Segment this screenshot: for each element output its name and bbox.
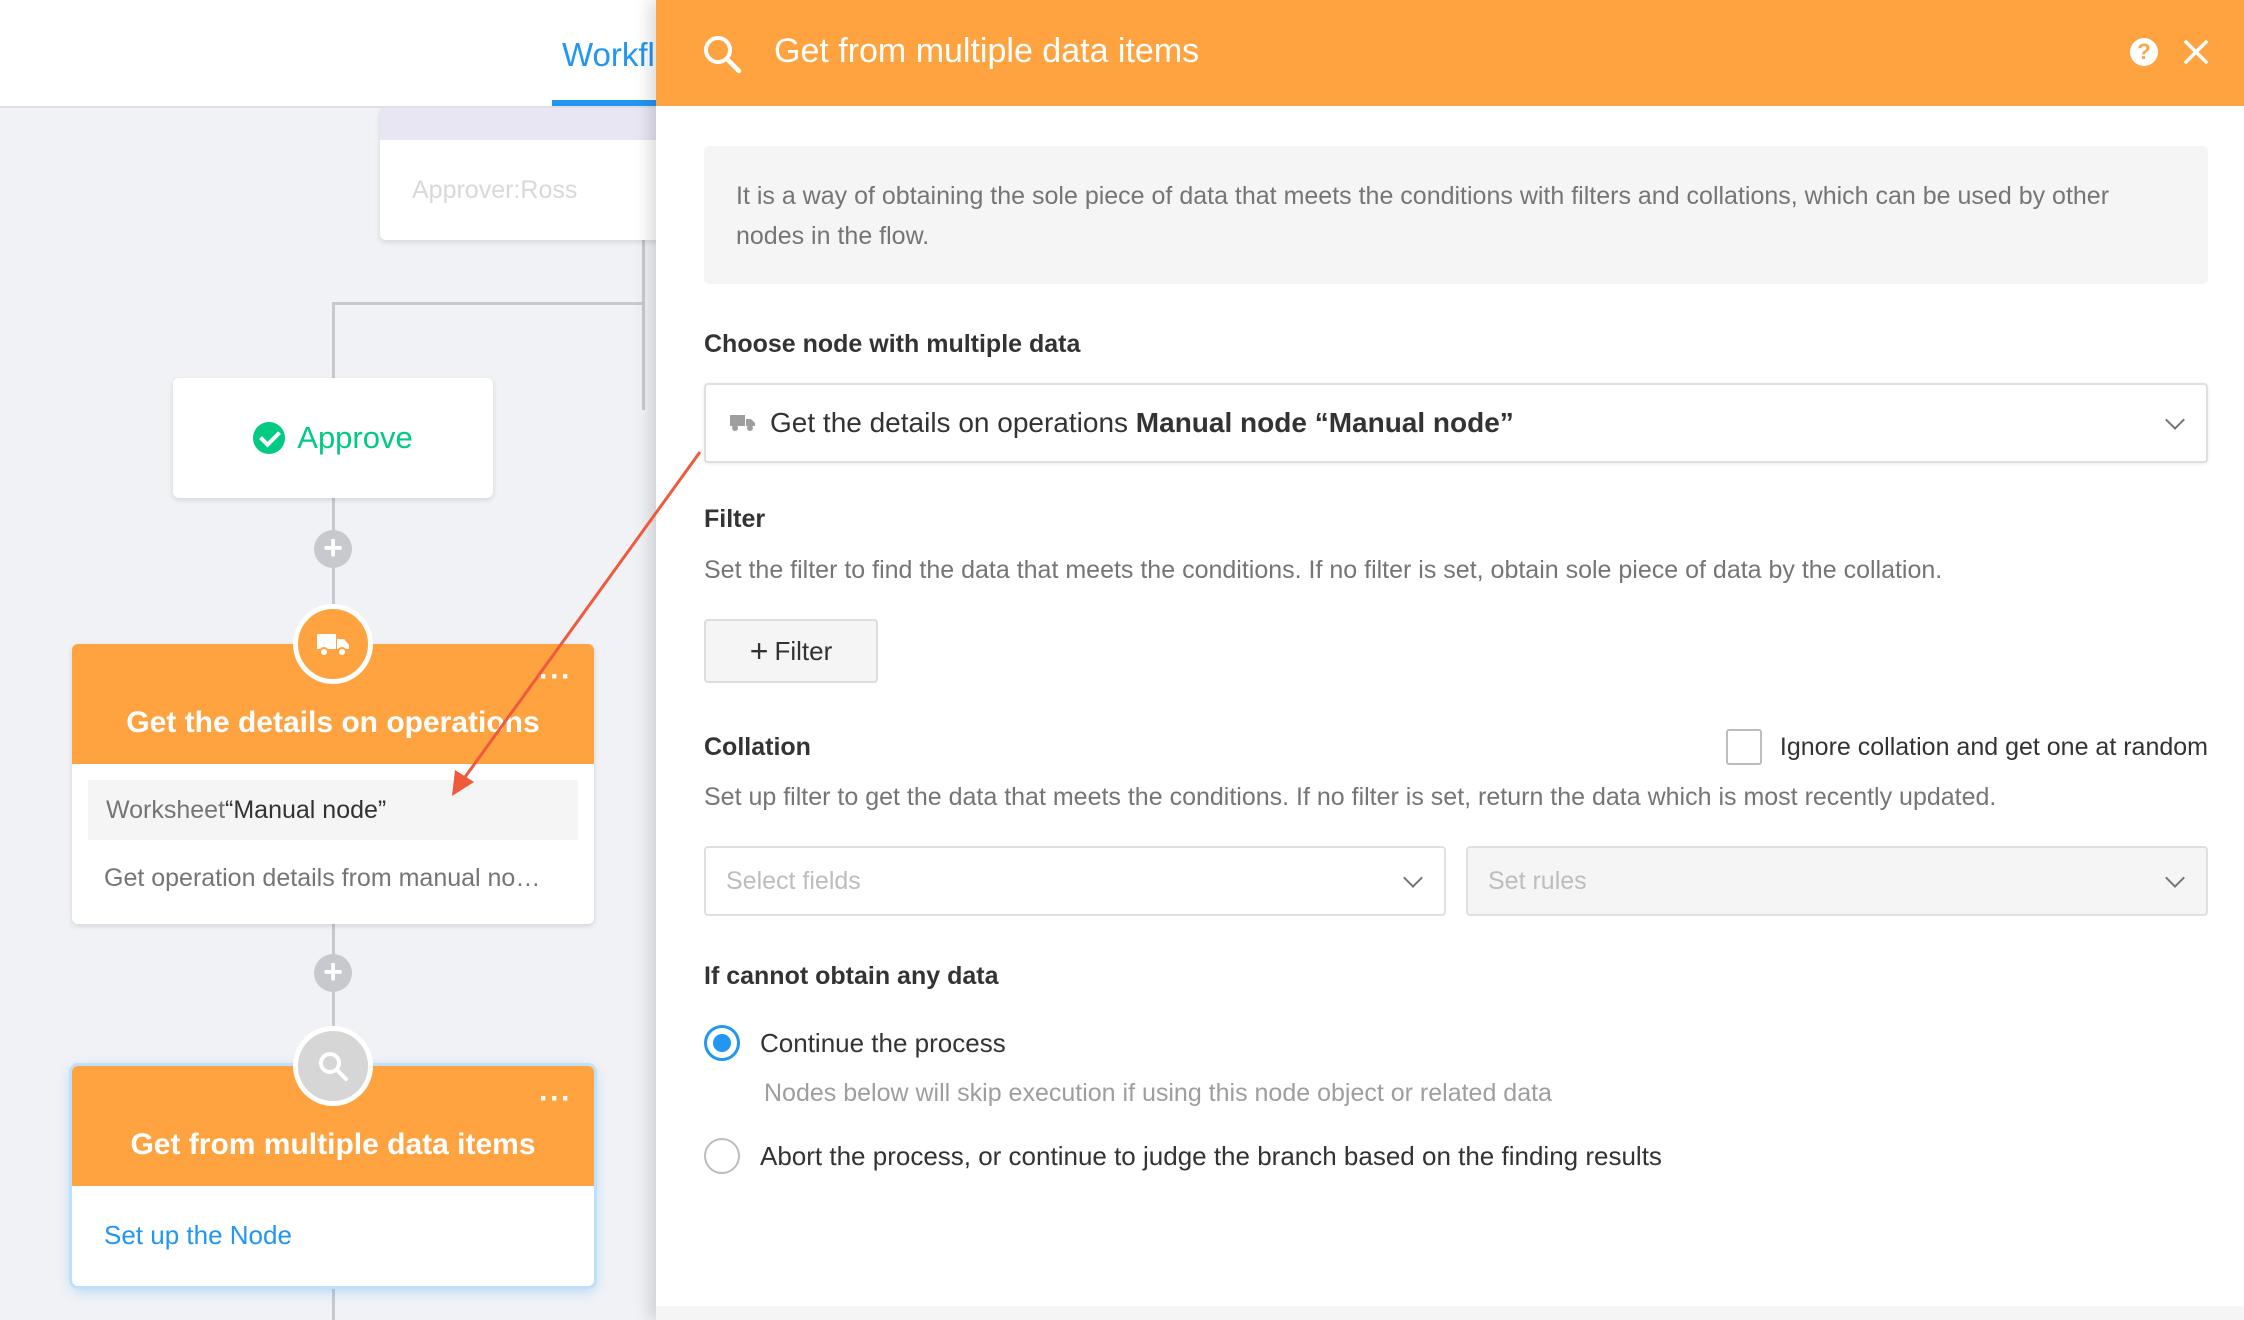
chevron-down-icon: [2165, 868, 2185, 888]
multi-data-node[interactable]: ··· Get from multiple data items Set up …: [72, 1026, 594, 1286]
filter-label: Filter: [704, 505, 766, 533]
worksheet-prefix: Worksheet: [106, 795, 226, 824]
collation-selects: Select fields Set rules: [704, 846, 2208, 916]
more-icon[interactable]: ···: [539, 660, 572, 694]
add-node-button[interactable]: +: [314, 954, 352, 992]
ignore-collation-option[interactable]: Ignore collation and get one at random: [1725, 729, 2208, 765]
operations-node-title: Get the details on operations: [126, 706, 540, 739]
panel-header: Get from multiple data items ?: [656, 0, 2244, 106]
selected-node-name: Manual node “Manual node”: [1135, 407, 1514, 438]
workflow-canvas: Approver:Ross Approve + ··· Get the deta…: [0, 108, 660, 1320]
no-data-label: If cannot obtain any data: [704, 962, 999, 990]
radio-continue-label: Continue the process: [760, 1027, 1006, 1058]
worksheet-name: “Manual node”: [225, 795, 387, 824]
connector-line: [642, 240, 645, 410]
truck-icon: [730, 415, 755, 431]
chevron-down-icon: [1403, 868, 1423, 888]
approver-text: Approver:Ross: [412, 176, 578, 204]
ignore-collation-checkbox[interactable]: [1725, 729, 1762, 765]
panel-body: It is a way of obtaining the sole piece …: [704, 106, 2208, 1174]
multi-data-node-title: Get from multiple data items: [130, 1128, 536, 1161]
set-rules-dropdown[interactable]: Set rules: [1466, 846, 2208, 916]
ignore-collation-label: Ignore collation and get one at random: [1779, 732, 2208, 761]
multi-data-node-header: ··· Get from multiple data items: [72, 1026, 594, 1186]
check-circle-icon: [253, 422, 286, 454]
radio-continue-option[interactable]: Continue the process: [704, 1025, 2208, 1061]
node-select-dropdown[interactable]: Get the details on operations Manual nod…: [704, 383, 2208, 463]
plus-icon: +: [749, 633, 769, 669]
set-rules-placeholder: Set rules: [1488, 866, 1587, 895]
more-icon[interactable]: ···: [539, 1082, 572, 1116]
operations-node[interactable]: ··· Get the details on operations Worksh…: [72, 604, 594, 924]
select-fields-placeholder: Select fields: [726, 866, 861, 895]
add-filter-button[interactable]: + Filter: [704, 619, 878, 683]
filter-hint: Set the filter to find the data that mee…: [704, 556, 1943, 584]
operations-node-details: Get operation details from manual no…: [104, 864, 541, 892]
approve-label: Approve: [297, 420, 413, 455]
setup-node-link[interactable]: Set up the Node: [72, 1186, 594, 1251]
node-config-panel: Get from multiple data items ? It is a w…: [656, 0, 2244, 1320]
radio-continue-hint: Nodes below will skip execution if using…: [764, 1079, 1552, 1107]
choose-node-label: Choose node with multiple data: [704, 330, 1081, 358]
active-tab-indicator: [552, 100, 672, 106]
select-fields-dropdown[interactable]: Select fields: [704, 846, 1446, 916]
approver-card[interactable]: Approver:Ross: [380, 108, 660, 240]
radio-abort-option[interactable]: Abort the process, or continue to judge …: [704, 1138, 2208, 1174]
selected-node-prefix: Get the details on operations: [770, 407, 1129, 438]
panel-title: Get from multiple data items: [774, 32, 1200, 70]
add-filter-label: Filter: [774, 635, 833, 666]
radio-continue[interactable]: [704, 1025, 740, 1061]
collation-label: Collation: [704, 732, 811, 761]
radio-abort[interactable]: [704, 1138, 740, 1174]
search-icon: [704, 36, 742, 74]
description-box: It is a way of obtaining the sole piece …: [704, 146, 2208, 284]
chevron-down-icon: [2165, 410, 2185, 430]
truck-icon: [293, 604, 373, 684]
collation-hint: Set up filter to get the data that meets…: [704, 783, 1997, 811]
add-node-button[interactable]: +: [314, 530, 352, 568]
search-icon: [293, 1026, 373, 1106]
panel-footer: [656, 1306, 2244, 1320]
close-icon[interactable]: [2178, 34, 2214, 70]
collation-header: Collation Ignore collation and get one a…: [704, 729, 2208, 765]
approve-node[interactable]: Approve: [173, 378, 493, 498]
operations-node-header: ··· Get the details on operations: [72, 604, 594, 764]
help-icon[interactable]: ?: [2130, 38, 2158, 66]
radio-abort-label: Abort the process, or continue to judge …: [760, 1140, 1662, 1171]
approver-card-header: [380, 108, 660, 140]
connector-line: [332, 302, 645, 305]
worksheet-row: Worksheet “Manual node”: [88, 780, 578, 840]
